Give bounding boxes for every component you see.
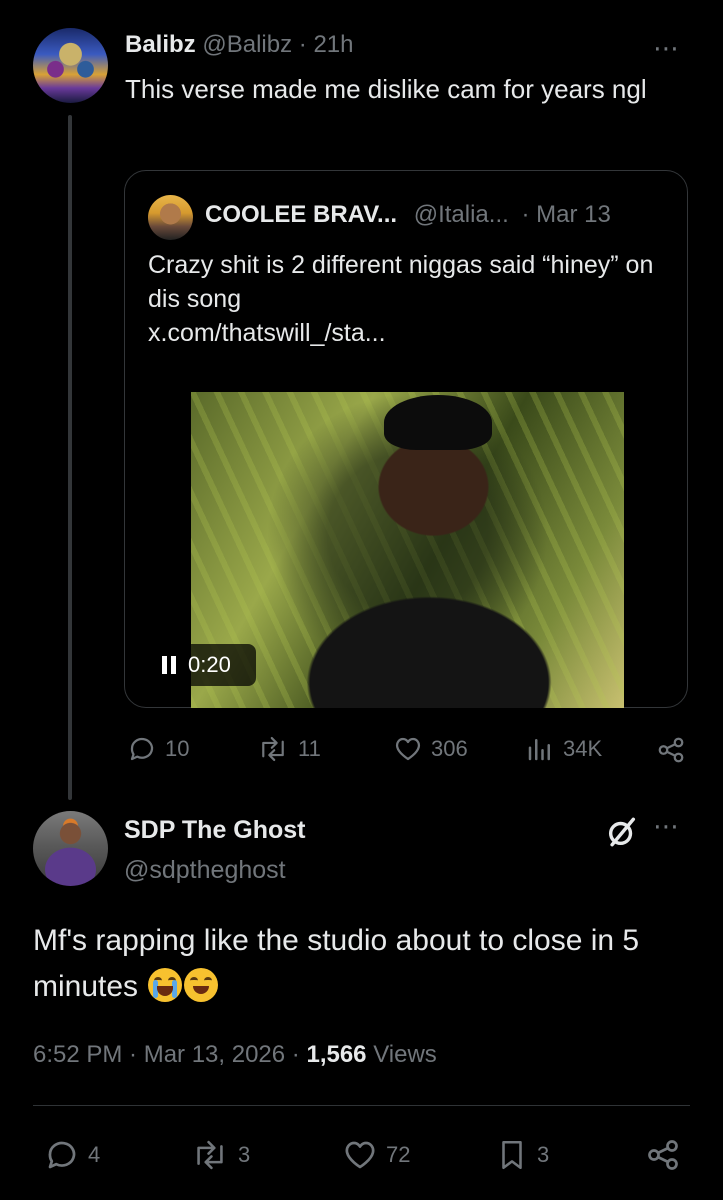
tweet-header: Balibz @Balibz · 21h	[125, 28, 353, 62]
reply-repost-button[interactable]: 3	[190, 1137, 250, 1173]
views-button[interactable]: 34K	[525, 734, 602, 764]
repost-count: 11	[298, 736, 321, 761]
reply-body: Mf's rapping like the studio about to cl…	[33, 924, 640, 1003]
quoted-body: Crazy shit is 2 different niggas said “h…	[148, 251, 654, 313]
reply-author-name[interactable]: SDP The Ghost	[124, 813, 306, 847]
tweet-time[interactable]: 21h	[313, 31, 353, 58]
like-icon	[345, 1141, 375, 1169]
avatar-sdptheghost[interactable]	[33, 811, 108, 886]
reply-like-count: 72	[386, 1142, 411, 1167]
author-name[interactable]: Balibz	[125, 31, 196, 58]
reply-views-count: 1,566	[306, 1041, 367, 1068]
reply-reply-count: 4	[88, 1142, 101, 1167]
like-count: 306	[431, 736, 468, 761]
share-icon	[658, 737, 684, 763]
reply-share-button[interactable]	[645, 1137, 681, 1173]
video-frame-figure	[384, 395, 492, 450]
grok-icon[interactable]	[605, 815, 639, 854]
reply-timestamp-row: 6:52 PM · Mar 13, 2026 · 1,566 Views	[33, 1035, 437, 1075]
share-icon	[648, 1140, 678, 1170]
repost-button[interactable]: 11	[256, 734, 321, 764]
reply-button[interactable]: 10	[127, 734, 189, 764]
quoted-avatar[interactable]	[148, 195, 193, 240]
quoted-text: Crazy shit is 2 different niggas said “h…	[148, 248, 668, 350]
repost-icon	[197, 1140, 223, 1170]
bookmark-button[interactable]: 3	[495, 1137, 549, 1173]
tears-of-joy-emoji	[184, 968, 219, 1002]
reply-views-label: Views	[373, 1041, 437, 1068]
like-icon	[395, 737, 421, 761]
reply-icon	[130, 737, 154, 761]
repost-icon	[262, 736, 284, 762]
video-controls[interactable]: 0:20	[152, 644, 256, 686]
bookmark-count: 3	[537, 1142, 550, 1167]
author-handle[interactable]: @Balibz	[202, 31, 292, 58]
divider	[33, 1105, 690, 1106]
quoted-author-name[interactable]: COOLEE BRAV...	[205, 201, 397, 228]
thread-line	[68, 115, 72, 800]
reply-text: Mf's rapping like the studio about to cl…	[33, 918, 693, 1010]
views-icon	[528, 739, 550, 761]
more-icon[interactable]: ⋯	[653, 813, 680, 839]
quoted-link[interactable]: x.com/thatswill_/sta...	[148, 319, 386, 347]
video-time: 0:20	[188, 652, 231, 677]
views-count: 34K	[563, 736, 603, 761]
loudly-crying-face-emoji	[148, 968, 183, 1002]
reply-repost-count: 3	[238, 1142, 251, 1167]
reply-reply-button[interactable]: 4	[44, 1137, 100, 1173]
quoted-separator: ·	[521, 201, 530, 228]
quoted-header: COOLEE BRAV... @Italia... · Mar 13	[205, 198, 611, 232]
reply-icon	[48, 1141, 76, 1169]
pause-icon[interactable]	[162, 656, 176, 674]
reply-timestamp[interactable]: 6:52 PM · Mar 13, 2026 ·	[33, 1041, 306, 1068]
header-separator: ·	[298, 31, 307, 58]
quoted-author-handle[interactable]: @Italia...	[414, 201, 509, 228]
like-button[interactable]: 306	[393, 734, 468, 764]
tweet-text: This verse made me dislike cam for years…	[125, 74, 647, 104]
more-icon[interactable]: ⋯	[653, 35, 680, 61]
quoted-date[interactable]: Mar 13	[536, 201, 611, 228]
reply-count: 10	[165, 736, 190, 761]
reply-like-button[interactable]: 72	[342, 1137, 410, 1173]
bookmark-icon	[502, 1140, 522, 1170]
reply-author-handle[interactable]: @sdptheghost	[124, 853, 286, 887]
avatar-balibz[interactable]	[33, 28, 108, 103]
share-button[interactable]	[656, 735, 686, 765]
